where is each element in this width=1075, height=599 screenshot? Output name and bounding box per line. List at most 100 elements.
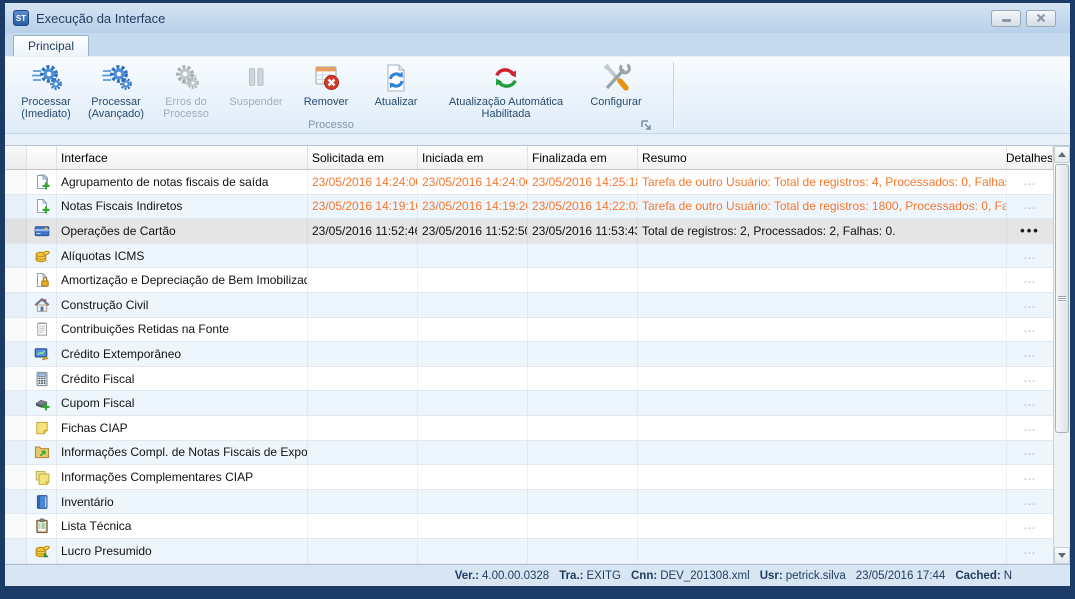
vertical-scrollbar[interactable] — [1053, 146, 1070, 564]
column-header-interface[interactable]: Interface — [57, 146, 308, 169]
toolbar-button-label: Processar (Imediato) — [21, 96, 71, 120]
column-header-iniciada[interactable]: Iniciada em — [418, 146, 528, 169]
scroll-up-icon — [1058, 152, 1066, 157]
column-header-resumo[interactable]: Resumo — [638, 146, 1007, 169]
solicitada-cell: 23/05/2016 11:52:46 — [308, 219, 418, 243]
table-row[interactable]: Crédito Fiscal... — [5, 367, 1053, 392]
row-indicator — [5, 293, 27, 317]
finalizada-cell — [528, 268, 638, 292]
finalizada-cell — [528, 416, 638, 440]
solicitada-cell — [308, 367, 418, 391]
interface-name-cell: Crédito Fiscal — [57, 367, 308, 391]
table-row[interactable]: Construção Civil... — [5, 293, 1053, 318]
details-button[interactable]: ... — [1024, 373, 1036, 385]
row-indicator — [5, 244, 27, 268]
table-row[interactable]: Informações Complementares CIAP... — [5, 465, 1053, 490]
scroll-up-button[interactable] — [1054, 146, 1070, 163]
minimize-button[interactable] — [991, 10, 1021, 27]
column-header-finalizada[interactable]: Finalizada em — [528, 146, 638, 169]
interface-name-cell: Informações Complementares CIAP — [57, 465, 308, 489]
tab-principal[interactable]: Principal — [13, 35, 89, 56]
details-button[interactable]: ... — [1024, 545, 1036, 557]
detalhes-cell: ... — [1007, 367, 1053, 391]
row-indicator — [5, 318, 27, 342]
close-button[interactable] — [1026, 10, 1056, 27]
column-header-solicitada[interactable]: Solicitada em — [308, 146, 418, 169]
table-row[interactable]: Lista Técnica... — [5, 514, 1053, 539]
refresh-page-icon — [380, 62, 412, 94]
interface-name-cell: Informações Compl. de Notas Fiscais de E… — [57, 441, 308, 465]
interface-name-cell: Alíquotas ICMS — [57, 244, 308, 268]
details-button[interactable]: ... — [1024, 348, 1036, 360]
iniciada-cell: 23/05/2016 14:24:06 — [418, 170, 528, 194]
table-row[interactable]: Notas Fiscais Indiretos23/05/2016 14:19:… — [5, 195, 1053, 220]
table-row[interactable]: Crédito Extemporâneo... — [5, 342, 1053, 367]
column-header-detalhes[interactable]: Detalhes — [1007, 146, 1053, 169]
row-icon-cell — [27, 465, 57, 489]
resumo-cell: Tarefa de outro Usuário: Total de regist… — [638, 170, 1007, 194]
detalhes-cell: ... — [1007, 514, 1053, 538]
table-row[interactable]: Lucro Presumido... — [5, 539, 1053, 564]
table-row[interactable]: Alíquotas ICMS... — [5, 244, 1053, 269]
table-row[interactable]: Amortização e Depreciação de Bem Imobili… — [5, 268, 1053, 293]
toolbar-button-remover[interactable]: Remover — [291, 60, 361, 109]
toolbar-button-configurar[interactable]: Configurar — [581, 60, 651, 109]
row-indicator — [5, 539, 27, 563]
table-row[interactable]: Contribuições Retidas na Fonte... — [5, 318, 1053, 343]
details-button[interactable]: ... — [1024, 520, 1036, 532]
details-button[interactable]: ... — [1024, 422, 1036, 434]
details-button[interactable]: ... — [1024, 323, 1036, 335]
solicitada-cell — [308, 539, 418, 563]
table-row[interactable]: Cupom Fiscal... — [5, 391, 1053, 416]
row-icon-cell — [27, 416, 57, 440]
details-button[interactable]: ... — [1024, 274, 1036, 286]
table-row[interactable]: Agrupamento de notas fiscais de saída23/… — [5, 170, 1053, 195]
ribbon-toolbar: Processar (Imediato) Processar (Avançado)… — [5, 56, 1070, 134]
details-button[interactable]: ••• — [1020, 223, 1040, 238]
dialog-launcher-icon[interactable] — [641, 118, 652, 129]
table-row[interactable]: Fichas CIAP... — [5, 416, 1053, 441]
detalhes-cell: ... — [1007, 342, 1053, 366]
finalizada-cell — [528, 391, 638, 415]
details-button[interactable]: ... — [1024, 496, 1036, 508]
resumo-cell — [638, 391, 1007, 415]
toolbar-button-processar-avancado[interactable]: Processar (Avançado) — [81, 60, 151, 121]
toolbar-button-processar-imediato[interactable]: Processar (Imediato) — [11, 60, 81, 121]
table-row[interactable]: Inventário... — [5, 490, 1053, 515]
details-button[interactable]: ... — [1024, 250, 1036, 262]
details-button[interactable]: ... — [1024, 176, 1036, 188]
solicitada-cell — [308, 465, 418, 489]
details-button[interactable]: ... — [1024, 397, 1036, 409]
solicitada-cell — [308, 342, 418, 366]
calculator-icon — [34, 371, 50, 387]
toolbar-button-atualizacao-automatica[interactable]: Atualização Automática Habilitada — [431, 60, 581, 121]
row-indicator — [5, 342, 27, 366]
details-button[interactable]: ... — [1024, 471, 1036, 483]
toolbar-button-atualizar[interactable]: Atualizar — [361, 60, 431, 109]
close-icon — [1036, 13, 1046, 23]
row-icon-cell — [27, 490, 57, 514]
details-button[interactable]: ... — [1024, 200, 1036, 212]
folder-export-icon — [34, 444, 50, 460]
coins-down-icon — [34, 543, 50, 559]
resumo-cell: Tarefa de outro Usuário: Total de regist… — [638, 195, 1007, 219]
scroll-down-button[interactable] — [1054, 547, 1070, 564]
resumo-cell — [638, 514, 1007, 538]
resumo-cell — [638, 416, 1007, 440]
row-icon-cell — [27, 219, 57, 243]
row-icon-cell — [27, 441, 57, 465]
iniciada-cell — [418, 416, 528, 440]
table-remove-icon — [310, 62, 342, 94]
table-row[interactable]: Operações de Cartão23/05/2016 11:52:4623… — [5, 219, 1053, 244]
finalizada-cell — [528, 342, 638, 366]
table-row[interactable]: Informações Compl. de Notas Fiscais de E… — [5, 441, 1053, 466]
scrollbar-track[interactable] — [1054, 163, 1070, 547]
finalizada-cell — [528, 293, 638, 317]
interface-name-cell: Inventário — [57, 490, 308, 514]
interface-name-cell: Crédito Extemporâneo — [57, 342, 308, 366]
scrollbar-thumb[interactable] — [1055, 164, 1069, 433]
row-icon-cell — [27, 244, 57, 268]
details-button[interactable]: ... — [1024, 299, 1036, 311]
resumo-cell — [638, 268, 1007, 292]
details-button[interactable]: ... — [1024, 446, 1036, 458]
